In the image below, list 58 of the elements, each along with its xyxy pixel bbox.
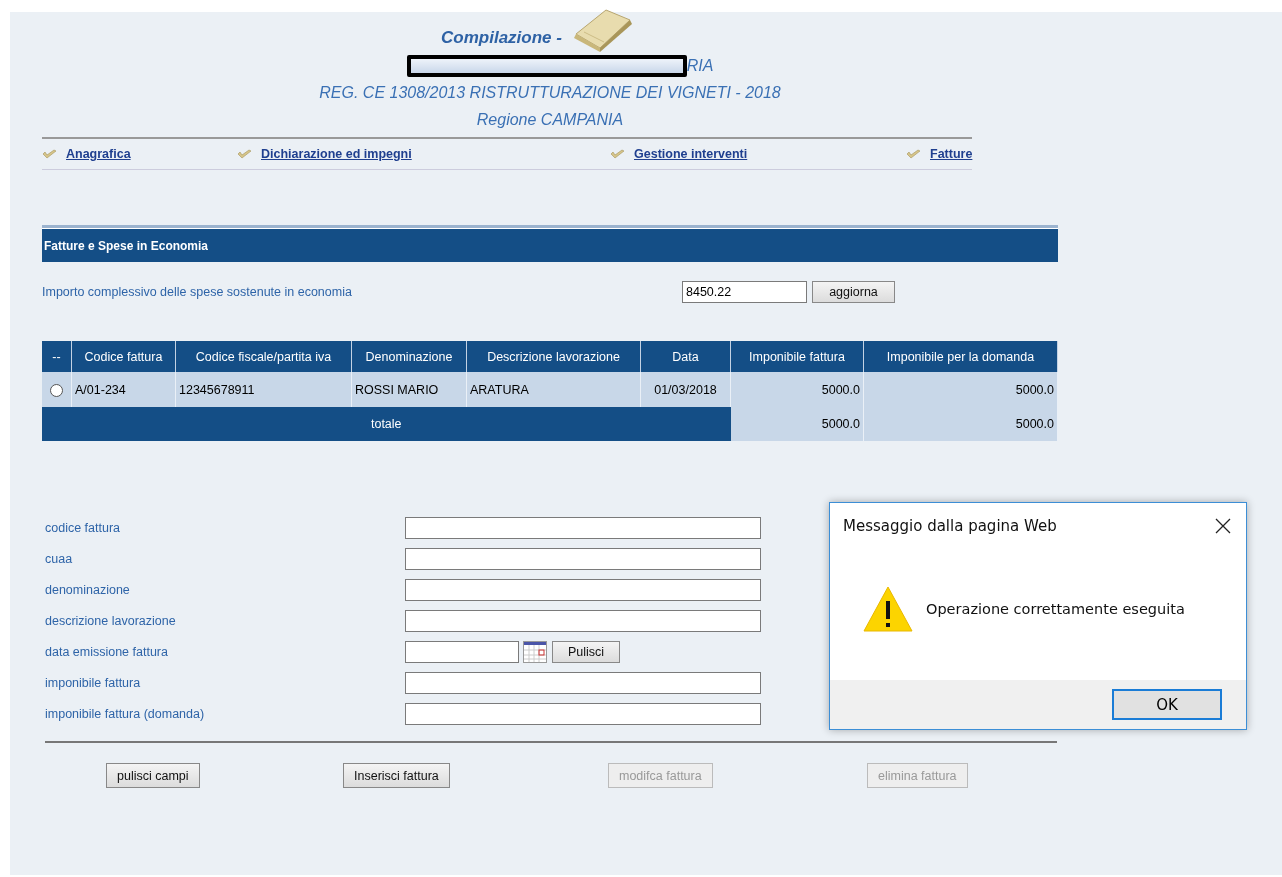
checkmark-icon bbox=[42, 149, 57, 159]
checkmark-icon bbox=[906, 149, 921, 159]
column-header: Denominazione bbox=[351, 341, 467, 372]
nav-link[interactable]: Gestione interventi bbox=[634, 147, 748, 161]
total-label: totale bbox=[42, 407, 731, 441]
nav-link[interactable]: Fatture bbox=[930, 147, 973, 161]
column-header: Codice fattura bbox=[71, 341, 176, 372]
clear-button[interactable]: Pulisci bbox=[552, 641, 620, 663]
table-cell: A/01-234 bbox=[71, 372, 176, 407]
page-title: Compilazione - bbox=[441, 28, 562, 48]
update-button[interactable]: aggiorna bbox=[812, 281, 895, 303]
table-cell: 12345678911 bbox=[175, 372, 352, 407]
input-field[interactable] bbox=[405, 703, 761, 725]
input-field[interactable] bbox=[405, 548, 761, 570]
table-cell: 5000.0 bbox=[863, 372, 1058, 407]
input-field[interactable] bbox=[405, 610, 761, 632]
header-text: RIA bbox=[686, 56, 714, 75]
table-cell: ROSSI MARIO bbox=[351, 372, 467, 407]
checkmark-icon bbox=[610, 149, 625, 159]
dialog-title: Messaggio dalla pagina Web bbox=[843, 517, 1057, 535]
total-cell: 5000.0 bbox=[863, 407, 1058, 441]
field-label: Importo complessivo delle spese sostenute in economia bbox=[42, 285, 353, 299]
field-label: imponibile fattura (domanda) bbox=[45, 707, 206, 721]
amount-field[interactable]: 8450.22 bbox=[682, 281, 807, 303]
close-icon[interactable] bbox=[1215, 518, 1231, 534]
table-cell: 5000.0 bbox=[730, 372, 864, 407]
column-header: Imponibile fattura bbox=[730, 341, 864, 372]
input-field[interactable] bbox=[405, 672, 761, 694]
nav-link[interactable]: Anagrafica bbox=[66, 147, 131, 161]
table-cell: ARATURA bbox=[466, 372, 641, 407]
checkmark-icon bbox=[237, 149, 252, 159]
table-cell: 01/03/2018 bbox=[640, 372, 731, 407]
column-header: Imponibile per la domanda bbox=[863, 341, 1058, 372]
ok-button[interactable]: OK bbox=[1112, 689, 1222, 720]
field-label: imponibile fattura bbox=[45, 676, 142, 690]
input-field[interactable] bbox=[405, 517, 761, 539]
column-header: -- bbox=[42, 341, 72, 372]
region-title: Regione CAMPANIA bbox=[476, 109, 624, 130]
field-label: descrizione lavorazione bbox=[45, 614, 177, 628]
nav-link[interactable]: Dichiarazione ed impegni bbox=[261, 147, 412, 161]
field-label: cuaa bbox=[45, 552, 74, 566]
input-field[interactable] bbox=[405, 579, 761, 601]
column-header: Codice fiscale/partita iva bbox=[175, 341, 352, 372]
action-button[interactable]: pulisci campi bbox=[106, 763, 200, 788]
column-header: Data bbox=[640, 341, 731, 372]
radio-button[interactable] bbox=[50, 383, 63, 397]
date-field[interactable] bbox=[405, 641, 519, 663]
action-button[interactable]: Inserisci fattura bbox=[343, 763, 450, 788]
field-label: codice fattura bbox=[45, 521, 122, 535]
field-label: denominazione bbox=[45, 583, 131, 597]
column-header: Descrizione lavorazione bbox=[466, 341, 641, 372]
program-title: REG. CE 1308/2013 RISTRUTTURAZIONE DEI VIGNETI - 2018 bbox=[319, 82, 781, 103]
section-header: Fatture e Spese in Economia bbox=[42, 225, 1058, 262]
warning-icon bbox=[863, 584, 913, 633]
dialog-message: Operazione correttamente eseguita bbox=[926, 600, 1185, 617]
field-label: data emissione fattura bbox=[45, 645, 169, 659]
total-cell: 5000.0 bbox=[730, 407, 864, 441]
calendar-icon[interactable] bbox=[523, 641, 547, 663]
